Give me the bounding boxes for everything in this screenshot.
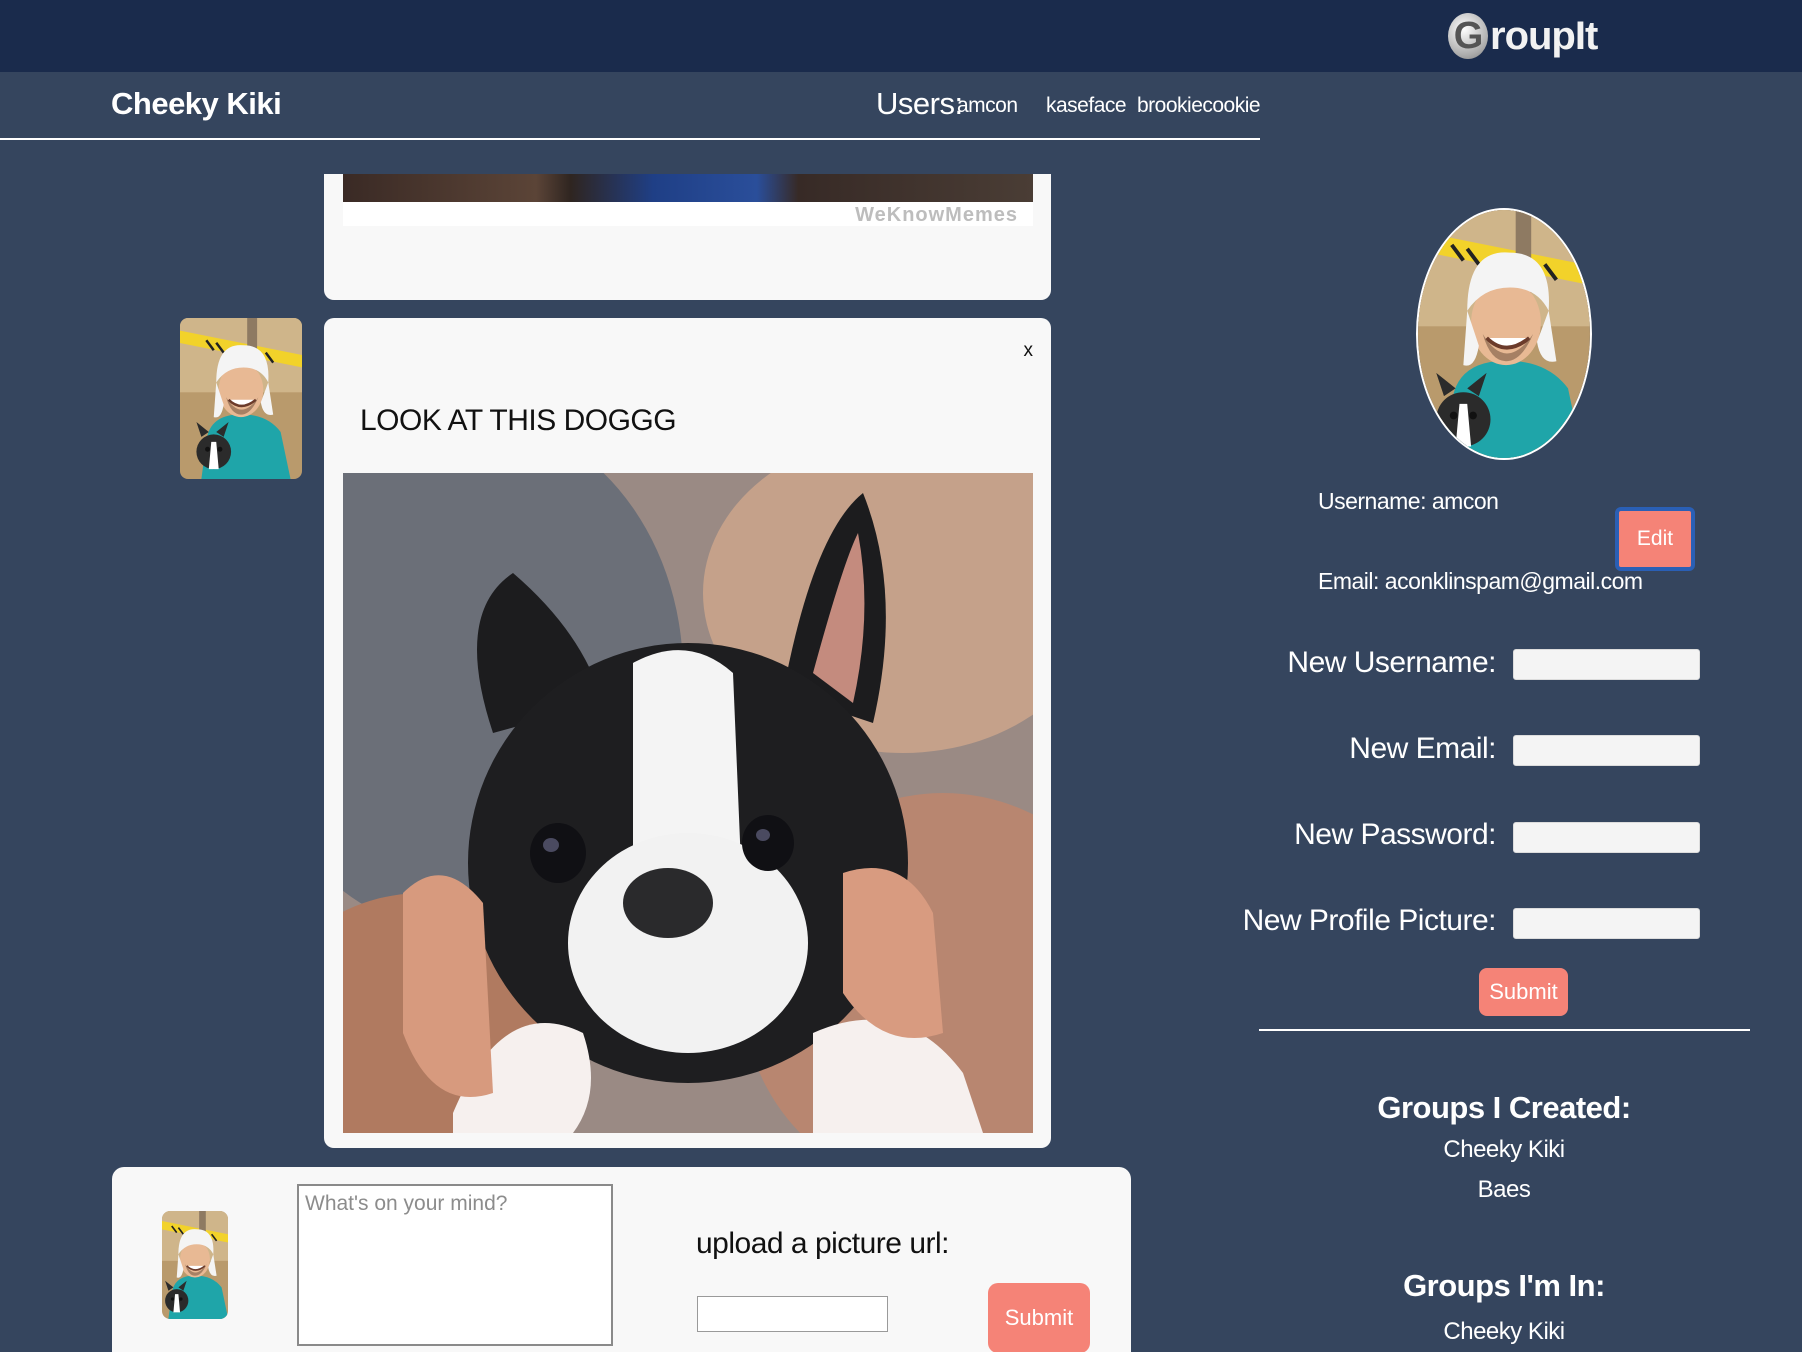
new-profile-picture-field[interactable] [1513, 908, 1700, 939]
users-label: Users: [876, 86, 963, 121]
group-header: Cheeky Kiki Users: amcon kaseface brooki… [0, 72, 1261, 140]
post-submit-button[interactable]: Submit [988, 1283, 1090, 1352]
user-link-kaseface[interactable]: kaseface [1046, 94, 1127, 118]
created-group-cheeky-kiki[interactable]: Cheeky Kiki [1304, 1136, 1704, 1164]
new-email-label: New Email: [1349, 732, 1496, 765]
top-navbar: G roupIt [0, 0, 1802, 72]
dog-photo [343, 473, 1033, 1133]
username-display: Username: amcon [1318, 488, 1499, 514]
new-profile-picture-label: New Profile Picture: [1242, 904, 1497, 937]
panel-divider [1259, 1029, 1750, 1031]
user-link-brookiecookie[interactable]: brookiecookie [1137, 94, 1261, 118]
edit-profile-button[interactable]: Edit [1615, 507, 1695, 571]
composer-avatar [162, 1211, 228, 1319]
member-group-cheeky-kiki[interactable]: Cheeky Kiki [1304, 1318, 1704, 1346]
meme-watermark: WeKnowMemes [855, 204, 1018, 226]
new-username-label: New Username: [1287, 646, 1496, 679]
meme-footer: WeKnowMemes [343, 202, 1033, 226]
delete-post-button[interactable]: x [1024, 340, 1034, 362]
groups-created-heading: Groups I Created: [1377, 1090, 1631, 1125]
email-display: Email: aconklinspam@gmail.com [1318, 568, 1643, 594]
upload-url-label: upload a picture url: [696, 1227, 950, 1260]
user-link-amcon[interactable]: amcon [957, 94, 1018, 118]
post-author-avatar[interactable] [180, 318, 302, 479]
created-group-baes[interactable]: Baes [1304, 1176, 1704, 1204]
groupit-logo[interactable]: G roupIt [1448, 10, 1598, 62]
logo-text: roupIt [1490, 13, 1598, 58]
profile-submit-button[interactable]: Submit [1479, 968, 1568, 1016]
post-card: WeKnowMemes [324, 174, 1051, 300]
new-username-field[interactable] [1513, 649, 1700, 680]
new-email-field[interactable] [1513, 735, 1700, 766]
meme-image [343, 174, 1033, 202]
groups-in-heading: Groups I'm In: [1403, 1268, 1605, 1303]
new-password-label: New Password: [1294, 818, 1496, 851]
group-title: Cheeky Kiki [111, 86, 282, 121]
post-text: LOOK AT THIS DOGGG [360, 404, 677, 437]
new-password-field[interactable] [1513, 822, 1700, 853]
profile-picture [1416, 208, 1592, 460]
post-text-input[interactable] [297, 1184, 613, 1346]
post-card: x LOOK AT THIS DOGGG [324, 318, 1051, 1148]
new-post-composer: upload a picture url: Submit [112, 1167, 1131, 1352]
logo-g-mark: G [1448, 13, 1488, 59]
picture-url-input[interactable] [697, 1296, 888, 1332]
